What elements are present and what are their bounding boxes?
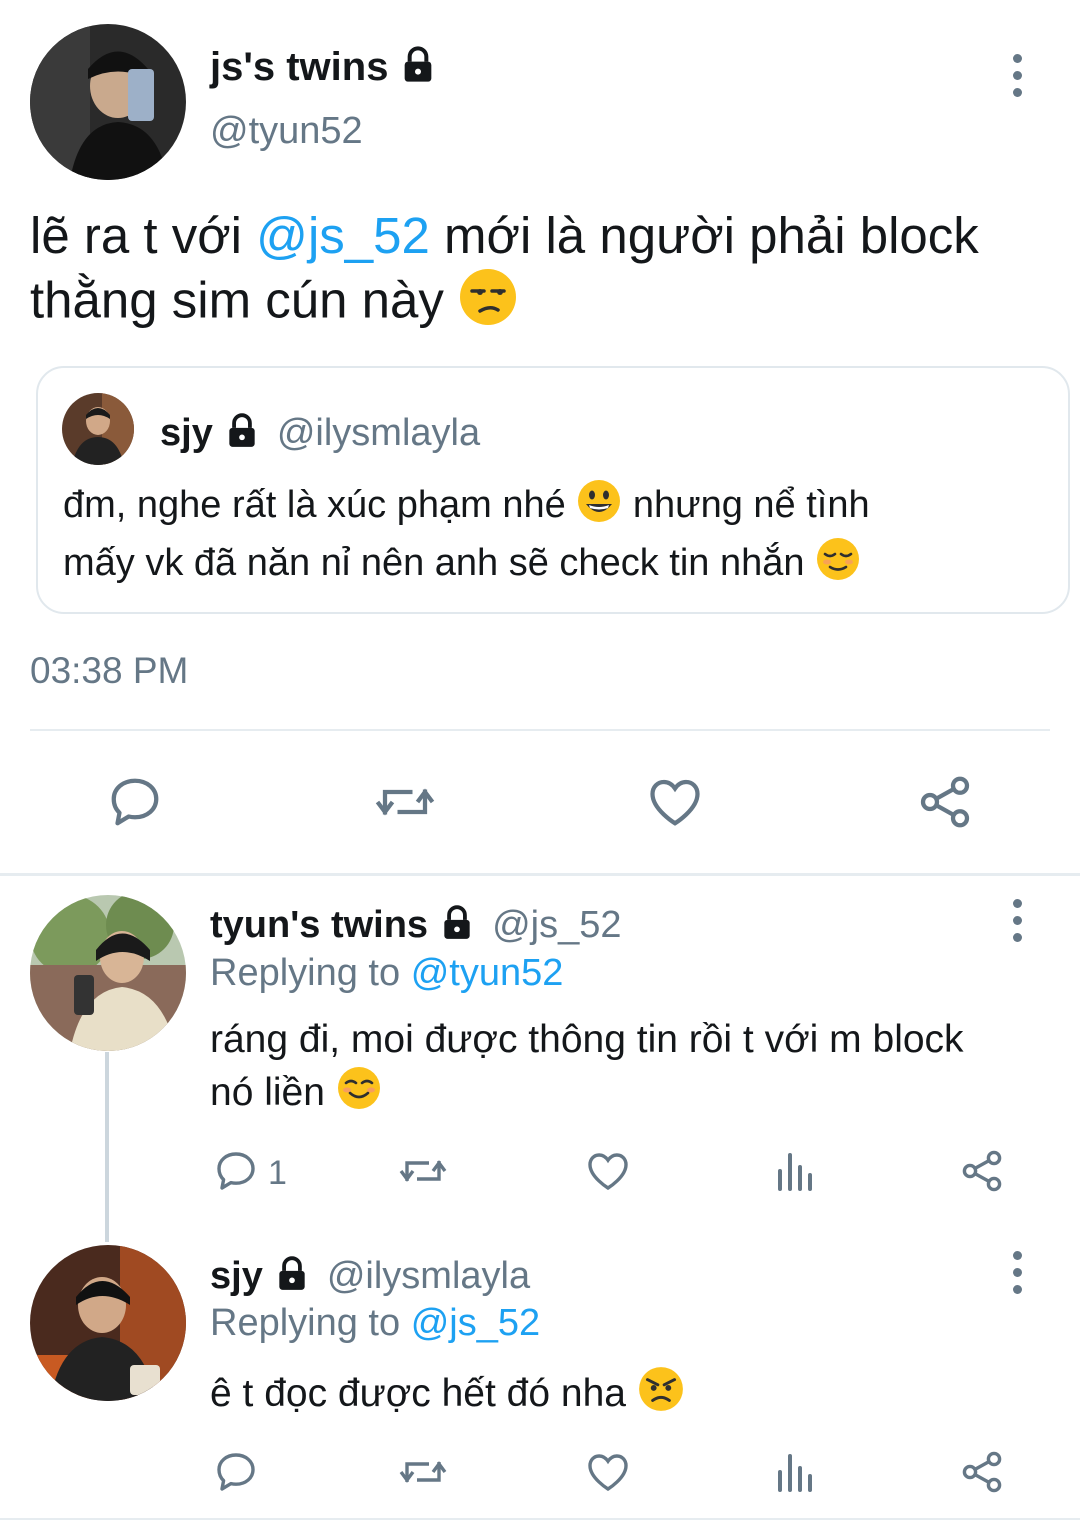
like-button[interactable]: [645, 772, 705, 837]
reply2-display-name[interactable]: sjy: [210, 1255, 263, 1298]
quoted-handle[interactable]: @ilysmlayla: [277, 412, 480, 455]
retweet-button[interactable]: [372, 772, 438, 837]
quoted-line-1: đm, nghe rất là xúc phạm nhé nhưng nể tì…: [63, 478, 1053, 536]
more-icon[interactable]: [997, 890, 1037, 950]
more-icon[interactable]: [997, 1242, 1037, 1302]
replying-to-link[interactable]: @tyun52: [411, 952, 564, 994]
main-timestamp: 03:38 PM: [30, 650, 189, 691]
angry-emoji-icon: [637, 1365, 685, 1426]
quoted-avatar[interactable]: [62, 393, 134, 465]
lock-icon: [398, 45, 438, 90]
reply1-retweet-button[interactable]: [396, 1147, 450, 1200]
reply1-like-button[interactable]: [584, 1147, 632, 1200]
grinning-emoji-icon: [576, 478, 622, 536]
unamused-emoji-icon: [458, 267, 518, 341]
quoted-author-row: sjy @ilysmlayla: [160, 408, 480, 458]
retweet-icon: [396, 1461, 450, 1500]
share-icon: [958, 1150, 1006, 1199]
share-icon: [915, 776, 975, 836]
reply-icon: [212, 1448, 260, 1501]
like-icon: [584, 1153, 632, 1199]
reply1-author-row: tyun's twins @js_52: [210, 900, 621, 950]
analytics-icon: [772, 1454, 820, 1500]
replying-to-link[interactable]: @js_52: [411, 1302, 540, 1344]
reply2-handle[interactable]: @ilysmlayla: [327, 1255, 530, 1298]
reply2-retweet-button[interactable]: [396, 1448, 450, 1501]
quoted-line-2: mấy vk đã năn nỉ nên anh sẽ check tin nh…: [63, 536, 1053, 594]
main-author-row: js's twins: [210, 42, 438, 92]
reply2-reply-button[interactable]: [212, 1448, 260, 1501]
retweet-icon: [372, 788, 438, 836]
reply1-replying-to: Replying to @tyun52: [210, 952, 564, 994]
lock-icon: [438, 904, 476, 947]
reply1-share-button[interactable]: [958, 1147, 1006, 1200]
reply1-avatar[interactable]: [30, 895, 186, 1051]
reply-button[interactable]: [105, 772, 165, 837]
reply-icon: [212, 1147, 260, 1200]
bottom-divider: [0, 1518, 1080, 1520]
retweet-icon: [396, 1160, 450, 1199]
reply2-avatar[interactable]: [30, 1245, 186, 1401]
mention-link[interactable]: @js_52: [256, 207, 430, 264]
section-divider: [0, 873, 1080, 876]
reply1-display-name[interactable]: tyun's twins: [210, 904, 428, 947]
reply-icon: [105, 778, 165, 836]
reply2-text: ê t đọc được hết đó nha: [210, 1365, 1050, 1426]
reply1-reply-button[interactable]: 1: [212, 1147, 287, 1200]
like-icon: [645, 779, 705, 836]
reply2-replying-to: Replying to @js_52: [210, 1302, 541, 1344]
main-tweet-text: lẽ ra t với @js_52 mới là người phải blo…: [30, 205, 1040, 341]
main-handle[interactable]: @tyun52: [210, 110, 363, 153]
thread-line: [105, 1052, 109, 1242]
reply-count: 1: [268, 1154, 287, 1192]
reply1-line-2: nó liền: [210, 1065, 1050, 1124]
reply1-handle[interactable]: @js_52: [492, 904, 621, 947]
like-icon: [584, 1454, 632, 1500]
reply2-like-button[interactable]: [584, 1448, 632, 1501]
reply2-share-button[interactable]: [958, 1448, 1006, 1501]
lock-icon: [223, 412, 261, 455]
main-text-before: lẽ ra t với: [30, 207, 257, 264]
quoted-text: đm, nghe rất là xúc phạm nhé nhưng nể tì…: [63, 478, 1053, 594]
reply2-author-row: sjy @ilysmlayla: [210, 1251, 530, 1301]
main-avatar[interactable]: [30, 24, 186, 180]
main-display-name[interactable]: js's twins: [210, 45, 388, 90]
lock-icon: [273, 1255, 311, 1298]
quoted-display-name[interactable]: sjy: [160, 412, 213, 455]
smiling-emoji-icon: [336, 1065, 382, 1124]
relieved-emoji-icon: [815, 536, 861, 594]
share-button[interactable]: [915, 772, 975, 837]
reply2-analytics-button[interactable]: [772, 1448, 820, 1501]
more-icon[interactable]: [997, 45, 1037, 105]
share-icon: [958, 1451, 1006, 1500]
analytics-icon: [772, 1153, 820, 1199]
reply1-analytics-button[interactable]: [772, 1147, 820, 1200]
reply1-text: ráng đi, moi được thông tin rồi t với m …: [210, 1015, 1050, 1124]
divider: [30, 729, 1050, 731]
